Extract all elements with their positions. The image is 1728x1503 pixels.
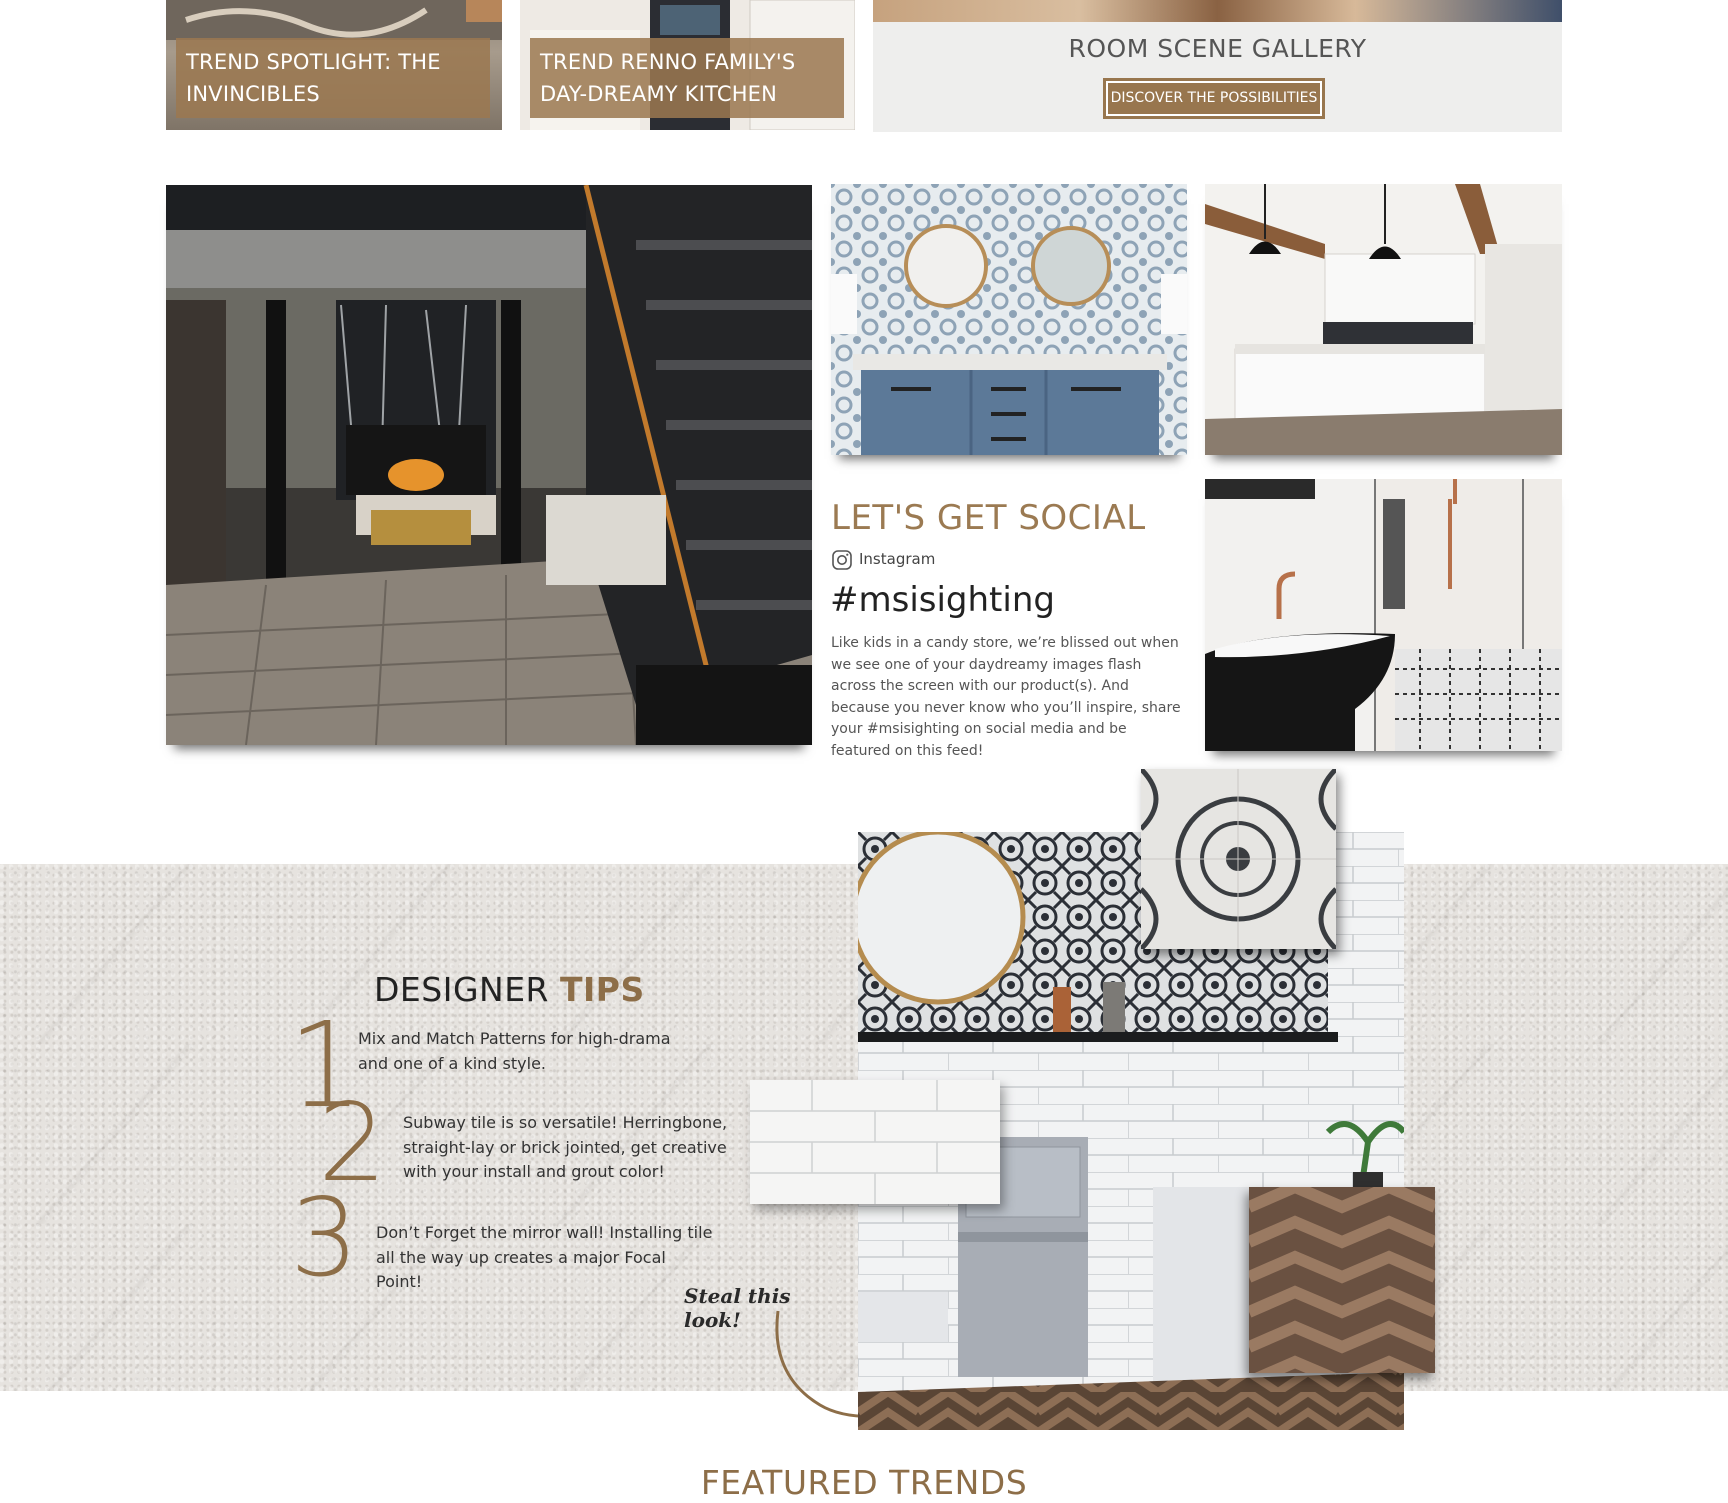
gallery-title: ROOM SCENE GALLERY [1068,34,1367,63]
tip-3-line-1: Don’t Forget the mirror wall! Installing… [376,1223,713,1242]
trend-renno-card[interactable]: TREND RENNO FAMILY'S DAY-DREAMY KITCHEN [520,0,855,130]
tip-2-line-2: straight-lay or brick jointed, get creat… [403,1137,727,1157]
gallery-image-strip [873,0,1562,22]
wood-herringbone-image [1249,1187,1435,1373]
social-description: Like kids in a candy store, we’re blisse… [831,635,1181,759]
black-tub-photo[interactable] [1205,479,1562,751]
kitchen-image [1205,184,1562,455]
discover-possibilities-button[interactable]: DISCOVER THE POSSIBILITIES [1103,78,1325,119]
trend-spotlight-label[interactable]: TREND SPOTLIGHT: THE INVINCIBLES [176,38,490,118]
hashtag: #msisighting [830,580,1055,620]
wood-herringbone-swatch[interactable] [1249,1187,1435,1373]
bathroom-vanity-image [831,184,1187,455]
tip-text-3: Don’t Forget the mirror wall! Installing… [376,1221,716,1295]
trend-spotlight-card[interactable]: TREND SPOTLIGHT: THE INVINCIBLES [166,0,502,130]
instagram-icon [832,550,852,570]
tip-number-3: 3 [290,1176,359,1301]
room-scene-gallery-card: ROOM SCENE GALLERY DISCOVER THE POSSIBIL… [873,0,1562,132]
patterned-tile-swatch[interactable] [1141,769,1336,949]
tip-1-line-2: and one of a kind style. [358,1053,546,1073]
tip-text-2: Subway tile is so versatile! Herringbone… [403,1111,733,1185]
instagram-label: Instagram [859,550,936,568]
instagram-link[interactable]: Instagram [831,548,971,572]
featured-trends-title: FEATURED TRENDS [700,1463,1028,1502]
tip-2-line-3: with your install and grout color! [403,1162,665,1181]
tip-2-line-1: Subway tile is so versatile! Herringbone… [403,1113,728,1132]
bathroom-vanity-photo[interactable] [831,184,1187,455]
living-room-photo[interactable] [166,185,812,745]
tips-title-accent: TIPS [559,970,645,1009]
social-title: LET'S GET SOCIAL [831,498,1146,538]
patterned-tile-image [1141,769,1336,949]
tip-text-1: Mix and Match Patterns for high-drama an… [358,1027,678,1076]
card-image-top [166,0,502,40]
tip-3-line-2: all the way up creates a major Focal Poi… [376,1247,666,1292]
tips-title-plain: DESIGNER [374,970,560,1009]
tip-1-line-1: Mix and Match Patterns for high-drama [358,1029,671,1048]
white-subway-swatch[interactable] [750,1080,1000,1204]
white-subway-image [750,1080,1000,1204]
kitchen-photo[interactable] [1205,184,1562,455]
living-room-image [166,185,812,745]
trend-renno-label[interactable]: TREND RENNO FAMILY'S DAY-DREAMY KITCHEN [530,38,844,118]
black-tub-image [1205,479,1562,751]
designer-tips-title: DESIGNER TIPS [374,970,694,1012]
